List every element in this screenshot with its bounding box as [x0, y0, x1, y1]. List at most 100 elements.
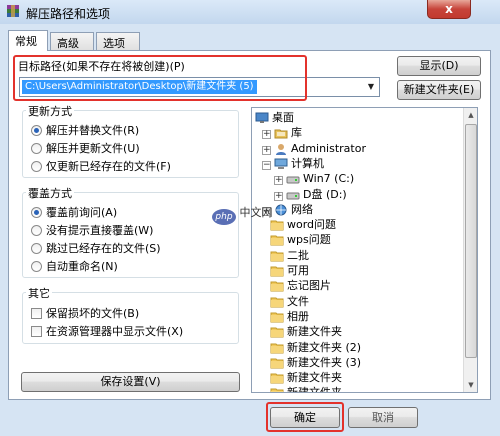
radio-icon[interactable] [31, 225, 42, 236]
radio-label: 覆盖前询问(A) [46, 206, 118, 219]
tree-item[interactable]: 忘记图片 [270, 278, 331, 294]
tree-item-label: 桌面 [272, 111, 294, 124]
winrar-app-icon [7, 5, 19, 17]
expand-icon[interactable]: + [262, 145, 271, 155]
update-mode-title: 更新方式 [26, 103, 74, 119]
radio-skip-existing[interactable]: 跳过已经存在的文件(S) [31, 240, 161, 256]
radio-extract-replace[interactable]: 解压并替换文件(R) [31, 122, 139, 138]
checkbox-keep-broken-files[interactable]: 保留损坏的文件(B) [31, 305, 139, 321]
radio-extract-update[interactable]: 解压并更新文件(U) [31, 140, 140, 156]
checkbox-label: 保留损坏的文件(B) [46, 307, 140, 320]
tree-item[interactable]: word问题 [270, 217, 336, 233]
tree-item[interactable]: 新建文件夹 (2) [270, 340, 361, 356]
radio-icon[interactable] [31, 161, 42, 172]
save-settings-button[interactable]: 保存设置(V) [21, 372, 240, 392]
tree-vertical-scrollbar[interactable]: ▲ ▼ [463, 108, 477, 392]
tree-item[interactable]: 新建文件夹 [270, 324, 342, 340]
tree-item-label: 二批 [287, 248, 309, 262]
folder-tree[interactable]: 桌面 + 库 + Administrator − 计算机 + Win7 (C:) + D盘 (D:)… [251, 107, 478, 393]
tree-item[interactable]: + 库 [262, 125, 302, 141]
show-button-label: 显示(D) [419, 59, 459, 72]
window-title: 解压路径和选项 [26, 7, 111, 21]
save-settings-button-label: 保存设置(V) [100, 375, 161, 388]
radio-ask-before-overwrite[interactable]: 覆盖前询问(A) [31, 204, 117, 220]
checkbox-label: 在资源管理器中显示文件(X) [46, 325, 184, 338]
close-button[interactable]: x [427, 0, 471, 19]
radio-label: 自动重命名(N) [46, 260, 118, 273]
radio-auto-rename[interactable]: 自动重命名(N) [31, 258, 118, 274]
tree-item-label: wps问题 [287, 233, 331, 247]
expand-icon[interactable]: + [274, 191, 283, 201]
misc-title: 其它 [26, 285, 52, 301]
scroll-up-arrow-icon[interactable]: ▲ [464, 108, 478, 122]
tree-item[interactable]: + Win7 (C:) [274, 171, 354, 187]
tree-item-label: Win7 (C:) [303, 172, 355, 186]
radio-update-existing[interactable]: 仅更新已经存在的文件(F) [31, 158, 171, 174]
tree-item-label: 忘记图片 [287, 279, 331, 293]
tree-item-label: 库 [291, 126, 302, 140]
tree-item-label: 计算机 [291, 156, 324, 170]
tab-options-label: 选项 [103, 37, 125, 50]
tree-item[interactable]: 文件 [270, 294, 309, 310]
tab-general[interactable]: 常规 [8, 30, 48, 51]
tree-item-label: word问题 [287, 218, 337, 232]
tree-item-label: 文件 [287, 294, 309, 308]
radio-icon[interactable] [31, 243, 42, 254]
tree-item[interactable]: 新建文件夹 [270, 385, 342, 393]
tree-item-label: Administrator [291, 141, 366, 155]
new-folder-button[interactable]: 新建文件夹(E) [397, 80, 481, 100]
tree-item[interactable]: 新建文件夹 [270, 370, 342, 386]
radio-label: 跳过已经存在的文件(S) [46, 242, 161, 255]
tree-item[interactable]: 相册 [270, 309, 309, 325]
tree-item[interactable]: + Administrator [262, 141, 366, 157]
target-path-label: 目标路径(如果不存在将被创建)(P) [18, 60, 185, 73]
expand-icon[interactable]: + [262, 130, 271, 140]
tree-item-label: 网络 [291, 202, 313, 216]
checkbox-show-in-explorer[interactable]: 在资源管理器中显示文件(X) [31, 323, 183, 339]
watermark-logo: php [212, 209, 236, 225]
folder-icon [270, 387, 284, 392]
ok-button-label: 确定 [294, 411, 316, 424]
ok-button[interactable]: 确定 [270, 407, 340, 428]
overwrite-mode-title: 覆盖方式 [26, 185, 74, 201]
checkbox-icon[interactable] [31, 308, 42, 319]
close-icon: x [445, 2, 453, 16]
scrollbar-thumb[interactable] [465, 124, 477, 358]
tree-item[interactable]: − 计算机 [262, 156, 324, 172]
tree-item[interactable]: 新建文件夹 (3) [270, 355, 361, 371]
dropdown-arrow-icon[interactable]: ▼ [363, 78, 379, 96]
new-folder-button-label: 新建文件夹(E) [403, 83, 475, 96]
tree-item-label: 新建文件夹 [287, 325, 342, 339]
radio-label: 解压并替换文件(R) [46, 124, 140, 137]
tab-options[interactable]: 选项 [96, 32, 140, 50]
title-bar[interactable]: 解压路径和选项 x [0, 0, 500, 24]
radio-label: 解压并更新文件(U) [46, 142, 140, 155]
checkbox-icon[interactable] [31, 326, 42, 337]
expand-icon[interactable]: + [274, 176, 283, 186]
radio-selected-icon[interactable] [31, 125, 42, 136]
tree-item[interactable]: 可用 [270, 263, 309, 279]
tab-advanced-label: 高级 [57, 37, 79, 50]
show-button[interactable]: 显示(D) [397, 56, 481, 76]
tree-item-label: 相册 [287, 309, 309, 323]
cancel-button[interactable]: 取消 [348, 407, 418, 428]
tree-item-label: 可用 [287, 264, 309, 277]
target-path-combobox[interactable]: C:\Users\Administrator\Desktop\新建文件夹 (5)… [19, 77, 380, 97]
watermark-text: 中文网 [239, 206, 273, 219]
tree-item-label: 新建文件夹 [287, 386, 342, 393]
extract-dialog-window: 解压路径和选项 x 常规 高级 选项 目标路径(如果不存在将被创建)(P) C:… [0, 0, 500, 436]
radio-overwrite-without-prompt[interactable]: 没有提示直接覆盖(W) [31, 222, 153, 238]
radio-selected-icon[interactable] [31, 207, 42, 218]
target-path-value: C:\Users\Administrator\Desktop\新建文件夹 (5) [22, 80, 257, 94]
tree-item-label: 新建文件夹 (2) [287, 340, 362, 354]
radio-icon[interactable] [31, 261, 42, 272]
tree-item[interactable]: + D盘 (D:) [274, 187, 347, 203]
radio-icon[interactable] [31, 143, 42, 154]
tree-item[interactable]: wps问题 [270, 232, 331, 248]
tree-item[interactable]: 二批 [270, 248, 309, 264]
tree-item[interactable]: 桌面 [255, 110, 294, 126]
scroll-down-arrow-icon[interactable]: ▼ [464, 378, 478, 392]
radio-label: 仅更新已经存在的文件(F) [46, 160, 171, 173]
tab-advanced[interactable]: 高级 [50, 32, 94, 50]
collapse-icon[interactable]: − [262, 160, 271, 170]
